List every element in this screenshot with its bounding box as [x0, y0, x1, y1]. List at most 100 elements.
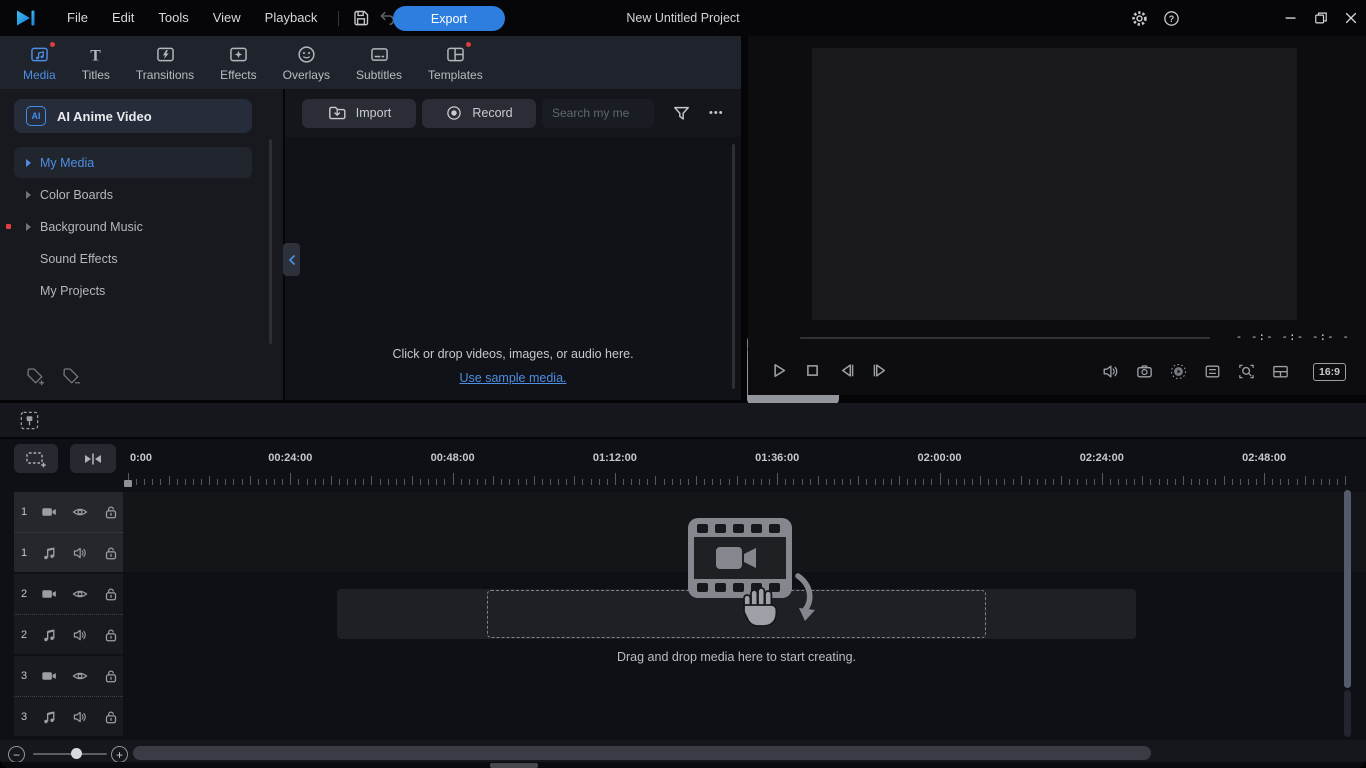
video-track-icon — [40, 667, 58, 685]
sidebar-item-color-boards[interactable]: Color Boards — [14, 179, 252, 210]
mute-track-button[interactable] — [71, 544, 89, 562]
add-tag-button[interactable] — [24, 365, 46, 387]
track-number: 1 — [21, 547, 34, 559]
zoom-in-button[interactable]: + — [111, 746, 128, 763]
ruler-time-label: 02:48:00 — [1242, 452, 1286, 464]
zoom-slider-handle[interactable] — [71, 748, 82, 759]
tab-subtitles[interactable]: Subtitles — [343, 36, 415, 89]
media-panel-scrollbar[interactable] — [732, 144, 735, 389]
track-header[interactable]: 2 — [14, 574, 123, 614]
timeline-vertical-scrollbar[interactable] — [1344, 490, 1351, 688]
menu-bar: FileEditToolsViewPlayback — [55, 0, 329, 36]
markers-list-icon[interactable] — [1203, 362, 1222, 381]
remove-tag-button[interactable] — [60, 365, 82, 387]
track-header[interactable]: 2 — [14, 614, 123, 654]
timeline-toolbar — [0, 403, 1366, 437]
track-header[interactable]: 3 — [14, 656, 123, 696]
preview-panel: - -:- -:- -:- - 16:9 — [748, 36, 1366, 395]
record-button[interactable]: Record — [422, 99, 536, 128]
tab-titles[interactable]: Titles — [69, 36, 123, 89]
menu-item[interactable]: Tools — [146, 0, 200, 36]
app-logo-icon[interactable] — [15, 8, 39, 28]
menu-item[interactable]: Playback — [253, 0, 330, 36]
preview-zoom-icon[interactable] — [1237, 362, 1256, 381]
tab-media[interactable]: Media — [10, 36, 69, 89]
sidebar-item-sound-effects[interactable]: Sound Effects — [14, 243, 252, 274]
menu-item[interactable]: Edit — [100, 0, 146, 36]
track-header[interactable]: 1 — [14, 532, 123, 572]
play-button[interactable] — [768, 360, 789, 381]
render-preview-icon[interactable] — [1169, 362, 1188, 381]
timeline-horizontal-scrollbar[interactable] — [133, 746, 1151, 760]
mute-track-button[interactable] — [71, 708, 89, 726]
sidebar-item-my-media[interactable]: My Media — [14, 147, 252, 178]
previous-frame-button[interactable] — [836, 360, 857, 381]
export-button[interactable]: Export — [393, 6, 505, 31]
ruler-time-label: 00:48:00 — [431, 452, 475, 464]
lock-track-button[interactable] — [102, 544, 120, 562]
taskbar-hint — [490, 763, 538, 768]
tab-transitions[interactable]: Transitions — [123, 36, 207, 89]
tab-overlays[interactable]: Overlays — [270, 36, 343, 89]
next-frame-button[interactable] — [870, 360, 891, 381]
sidebar-scrollbar[interactable] — [269, 139, 272, 344]
tab-templates[interactable]: Templates — [415, 36, 496, 89]
restore-button[interactable] — [1306, 0, 1336, 36]
playhead-handle[interactable] — [124, 480, 132, 487]
sidebar-collapse-handle[interactable] — [283, 243, 300, 276]
search-input[interactable] — [542, 99, 654, 128]
menu-item[interactable]: View — [201, 0, 253, 36]
overlays-icon — [296, 44, 317, 65]
volume-icon[interactable] — [1101, 362, 1120, 381]
track-header[interactable]: 1 — [14, 492, 123, 532]
titlebar: FileEditToolsViewPlayback Export New Unt… — [0, 0, 1366, 36]
tab-effects[interactable]: Effects — [207, 36, 269, 89]
import-button[interactable]: Import — [302, 99, 416, 128]
more-options-button[interactable]: ••• — [709, 107, 724, 119]
window-controls — [1276, 0, 1366, 36]
zoom-out-button[interactable]: − — [8, 746, 25, 763]
settings-gear-icon[interactable] — [1126, 5, 1152, 31]
lock-track-button[interactable] — [102, 708, 120, 726]
preview-canvas[interactable] — [812, 48, 1297, 320]
toggle-track-visibility-button[interactable] — [71, 667, 89, 685]
menu-item[interactable]: File — [55, 0, 100, 36]
feature-tabbar: Media Titles Transitions Effects Overlay… — [0, 36, 741, 89]
subtitles-icon — [369, 44, 390, 65]
aspect-ratio-button[interactable]: 16:9 — [1313, 363, 1346, 381]
use-sample-media-link[interactable]: Use sample media. — [285, 371, 741, 385]
snapshot-camera-icon[interactable] — [1135, 362, 1154, 381]
lock-track-button[interactable] — [102, 503, 120, 521]
app-window: FileEditToolsViewPlayback Export New Unt… — [0, 0, 1366, 768]
toggle-track-visibility-button[interactable] — [71, 503, 89, 521]
track-header[interactable]: 3 — [14, 696, 123, 736]
audio-track-icon — [40, 708, 58, 726]
ruler-time-label: 01:12:00 — [593, 452, 637, 464]
sidebar-item-background-music[interactable]: Background Music — [14, 211, 252, 242]
mute-track-button[interactable] — [71, 626, 89, 644]
split-view-icon[interactable] — [1271, 362, 1290, 381]
new-badge — [50, 42, 55, 47]
toggle-track-visibility-button[interactable] — [71, 585, 89, 603]
minimize-button[interactable] — [1276, 0, 1306, 36]
drag-media-illustration — [660, 512, 830, 652]
help-icon[interactable] — [1158, 5, 1184, 31]
timeline-body[interactable]: Drag and drop media here to start creati… — [123, 492, 1366, 736]
lock-track-button[interactable] — [102, 667, 120, 685]
timeline-zoom-slider[interactable] — [33, 753, 107, 755]
filter-funnel-icon[interactable] — [671, 103, 692, 124]
close-button[interactable] — [1336, 0, 1366, 36]
timeline-focus-icon[interactable] — [18, 409, 41, 432]
lock-track-button[interactable] — [102, 585, 120, 603]
sidebar-item-ai-anime-video[interactable]: AI AI Anime Video — [14, 99, 252, 133]
stop-button[interactable] — [802, 360, 823, 381]
chevron-left-icon — [286, 254, 298, 266]
lock-track-button[interactable] — [102, 626, 120, 644]
save-button[interactable] — [348, 5, 374, 31]
bottom-edge — [0, 762, 1366, 768]
track-number: 2 — [21, 629, 34, 641]
sidebar-item-my-projects[interactable]: My Projects — [14, 275, 252, 306]
timeline-drop-hint: Drag and drop media here to start creati… — [337, 650, 1136, 664]
preview-seek-bar[interactable] — [800, 337, 1210, 339]
media-sidebar: AI AI Anime Video My Media Color Boards … — [0, 89, 283, 400]
